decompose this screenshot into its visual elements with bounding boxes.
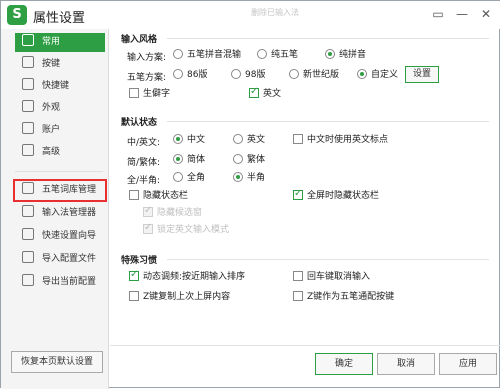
z-wildcard-checkbox[interactable]: Z键作为五笔通配按键 — [293, 291, 394, 303]
faded-window-title: 删除已输入法 — [251, 8, 299, 17]
ok-button[interactable]: 确定 — [315, 353, 373, 375]
restore-defaults-button[interactable]: 恢复本页默认设置 — [11, 351, 103, 373]
ime-manager-icon — [22, 205, 34, 217]
minimize-icon[interactable]: — — [453, 5, 471, 23]
key-icon — [22, 56, 34, 68]
wubi-radio-98[interactable]: 98版 — [231, 69, 265, 81]
app-logo-icon: S — [7, 5, 27, 25]
fullwidth-radio[interactable]: 全角 — [173, 172, 205, 184]
scheme-label: 输入方案: — [127, 53, 167, 63]
cn-en-label: 中/英文: — [127, 138, 161, 148]
sidebar-item-ime-manager[interactable]: 输入法管理器 — [15, 204, 105, 223]
scheme-radio-pure-wubi[interactable]: 纯五笔 — [257, 49, 298, 61]
default-state-heading: 默认状态 — [121, 118, 158, 128]
cn-radio[interactable]: 中文 — [173, 134, 205, 146]
wubi-settings-button[interactable]: 设置 — [405, 66, 439, 83]
scheme-radio-mixed[interactable]: 五笔拼音混输 — [173, 49, 241, 61]
sidebar-item-wubi-dictionary[interactable]: 五笔词库管理 — [13, 179, 107, 202]
z-repeat-checkbox[interactable]: Z键复制上次上屏内容 — [129, 291, 230, 303]
sidebar-item-shortcuts[interactable]: 快捷键 — [15, 77, 105, 96]
wubi-radio-86[interactable]: 86版 — [173, 69, 207, 81]
input-style-heading: 输入风格 — [121, 35, 158, 45]
apply-button[interactable]: 应用 — [439, 353, 497, 375]
sidebar-item-setup-wizard[interactable]: 快速设置向导 — [15, 227, 105, 246]
enter-cancel-checkbox[interactable]: 回车键取消输入 — [293, 271, 370, 283]
en-radio[interactable]: 英文 — [233, 134, 265, 146]
sidebar-item-appearance[interactable]: 外观 — [15, 99, 105, 118]
sidebar-item-keys[interactable]: 按键 — [15, 55, 105, 74]
title-bar: S 属性设置 删除已输入法 ▭ — ✕ — [1, 1, 500, 29]
en-punct-checkbox[interactable]: 中文时使用英文标点 — [293, 134, 388, 146]
scheme-radio-pure-pinyin[interactable]: 纯拼音 — [325, 49, 366, 61]
sidebar-divider — [15, 171, 103, 172]
sidebar-item-general[interactable]: 常用 — [15, 33, 105, 52]
close-icon[interactable]: ✕ — [477, 5, 495, 23]
sidebar-item-export-config[interactable]: 导出当前配置 — [15, 273, 105, 292]
disabled-option-1: 隐藏候选窗 — [143, 205, 202, 219]
wizard-icon — [22, 228, 34, 240]
sidebar-item-advanced[interactable]: 高级 — [15, 143, 105, 162]
traditional-radio[interactable]: 繁体 — [233, 154, 265, 166]
dictionary-icon — [22, 182, 34, 194]
general-icon — [22, 34, 34, 46]
disabled-option-2: 锁定英文输入模式 — [143, 222, 229, 236]
english-checkbox[interactable]: 英文 — [249, 86, 281, 100]
wubi-scheme-label: 五笔方案: — [127, 73, 167, 83]
advanced-icon — [22, 144, 34, 156]
wubi-radio-new-century[interactable]: 新世纪版 — [289, 69, 339, 81]
sidebar-item-account[interactable]: 账户 — [15, 121, 105, 140]
sidebar: 常用 按键 快捷键 外观 账户 高级 五笔词库管理 输入法管理器 快速设置向导 … — [1, 29, 109, 389]
account-icon — [22, 122, 34, 134]
export-icon — [22, 274, 34, 286]
section-divider — [167, 259, 489, 260]
special-habits-heading: 特殊习惯 — [121, 256, 158, 266]
simp-trad-label: 简/繁体: — [127, 158, 161, 168]
dynamic-freq-checkbox[interactable]: 动态调频:按近期输入排序 — [129, 269, 245, 283]
section-divider — [167, 38, 489, 39]
import-icon — [22, 251, 34, 263]
shortcut-icon — [22, 78, 34, 90]
width-label: 全/半角: — [127, 176, 161, 186]
settings-window: S 属性设置 删除已输入法 ▭ — ✕ 常用 按键 快捷键 外观 账户 高级 五… — [0, 0, 500, 389]
skin-icon[interactable]: ▭ — [429, 5, 447, 23]
sidebar-item-import-config[interactable]: 导入配置文件 — [15, 250, 105, 269]
section-divider — [167, 121, 489, 122]
appearance-icon — [22, 100, 34, 112]
rare-char-checkbox[interactable]: 生僻字 — [129, 88, 170, 100]
halfwidth-radio[interactable]: 半角 — [233, 172, 265, 184]
hide-status-checkbox[interactable]: 隐藏状态栏 — [129, 190, 188, 202]
footer-divider — [110, 345, 500, 346]
cancel-button[interactable]: 取消 — [377, 353, 435, 375]
wubi-radio-custom[interactable]: 自定义 — [357, 69, 398, 81]
window-title: 属性设置 — [33, 11, 86, 26]
simplified-radio[interactable]: 简体 — [173, 154, 205, 166]
fullscreen-hide-status-checkbox[interactable]: 全屏时隐藏状态栏 — [293, 188, 379, 202]
